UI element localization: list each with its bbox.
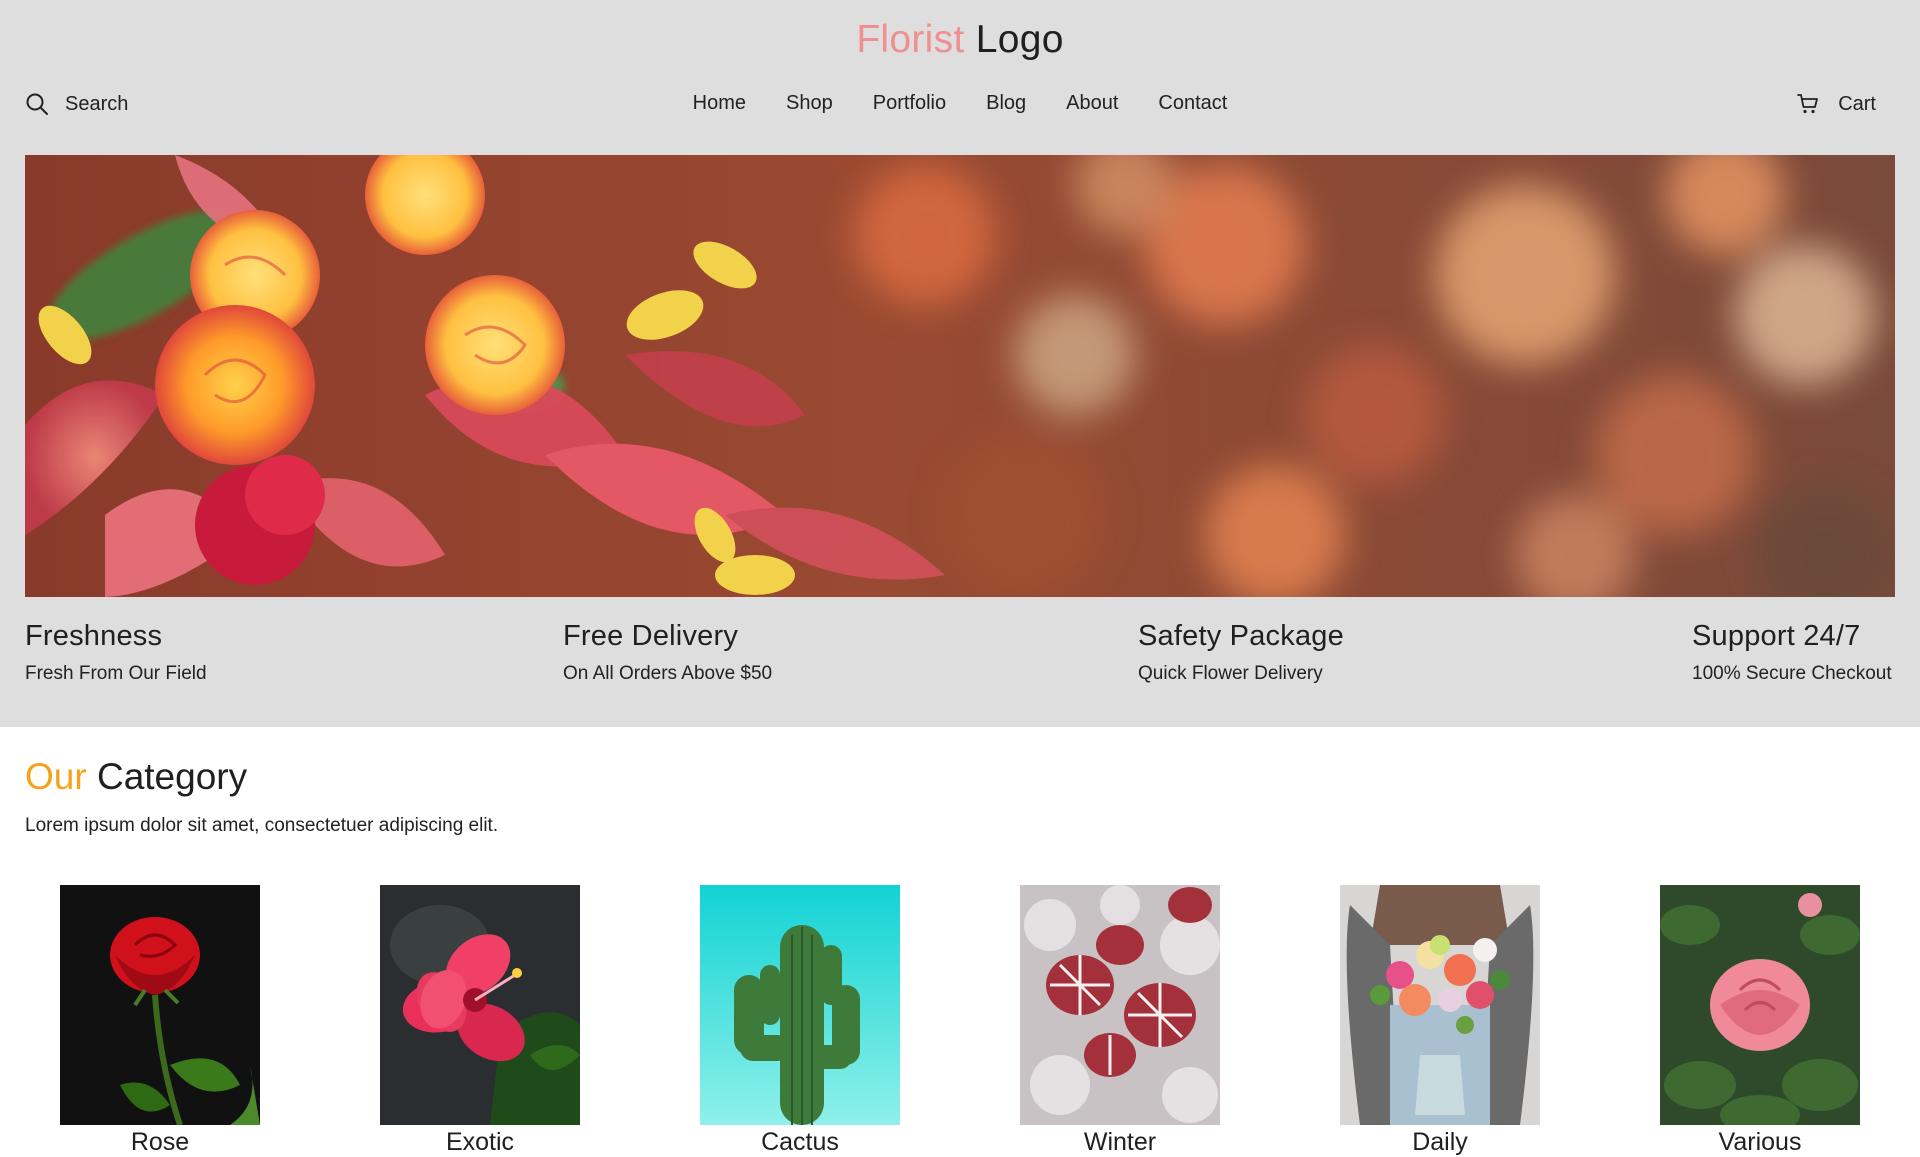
feature-title: Safety Package bbox=[1138, 620, 1344, 652]
nav-portfolio[interactable]: Portfolio bbox=[873, 92, 946, 115]
main-menu: Home Shop Portfolio Blog About Contact bbox=[0, 92, 1920, 115]
category-description: Lorem ipsum dolor sit amet, consectetuer… bbox=[25, 815, 499, 836]
category-item-exotic[interactable]: Exotic bbox=[380, 885, 580, 1157]
category-name: Winter bbox=[1083, 1128, 1157, 1156]
cart-icon bbox=[1796, 92, 1820, 116]
navigation-bar: Search Home Shop Portfolio Blog About Co… bbox=[0, 88, 1920, 128]
category-heading-accent: Our bbox=[25, 756, 87, 797]
nav-shop[interactable]: Shop bbox=[786, 92, 833, 115]
category-image-cactus bbox=[700, 885, 900, 1125]
category-heading: Our Category bbox=[25, 756, 247, 798]
category-name: Cactus bbox=[761, 1128, 839, 1156]
feature-safety-package: Safety Package Quick Flower Delivery bbox=[1138, 620, 1344, 685]
top-section: Florist Logo Search Home Shop Portfolio … bbox=[0, 0, 1920, 727]
feature-free-delivery: Free Delivery On All Orders Above $50 bbox=[563, 620, 772, 685]
category-item-winter[interactable]: Winter bbox=[1020, 885, 1220, 1157]
feature-freshness: Freshness Fresh From Our Field bbox=[25, 620, 207, 685]
category-grid: Rose Exotic Cactus Winter Daily Various bbox=[60, 885, 1860, 1157]
category-image-winter bbox=[1020, 885, 1220, 1125]
category-image-exotic bbox=[380, 885, 580, 1125]
feature-title: Free Delivery bbox=[563, 620, 739, 652]
category-item-daily[interactable]: Daily bbox=[1340, 885, 1540, 1157]
nav-home[interactable]: Home bbox=[693, 92, 746, 115]
cart-label: Cart bbox=[1838, 92, 1876, 115]
category-item-cactus[interactable]: Cactus bbox=[700, 885, 900, 1157]
logo-accent-text: Florist bbox=[856, 18, 965, 61]
logo-text: Logo bbox=[975, 18, 1064, 61]
category-name: Exotic bbox=[445, 1128, 515, 1156]
category-image-various bbox=[1660, 885, 1860, 1125]
feature-subtitle: Quick Flower Delivery bbox=[1138, 663, 1323, 684]
feature-title: Support 24/7 bbox=[1692, 620, 1861, 652]
nav-blog[interactable]: Blog bbox=[986, 92, 1026, 115]
category-name: Daily bbox=[1412, 1128, 1468, 1156]
feature-subtitle: On All Orders Above $50 bbox=[563, 663, 773, 684]
cart-button[interactable]: Cart bbox=[1796, 92, 1876, 116]
category-image-daily bbox=[1340, 885, 1540, 1125]
features-row: Freshness Fresh From Our Field Free Deli… bbox=[25, 620, 1895, 700]
hero-banner-image bbox=[25, 155, 1895, 597]
feature-subtitle: Fresh From Our Field bbox=[25, 663, 207, 684]
feature-support: Support 24/7 100% Secure Checkout bbox=[1692, 620, 1892, 685]
nav-contact[interactable]: Contact bbox=[1158, 92, 1227, 115]
feature-title: Freshness bbox=[25, 620, 163, 652]
site-logo[interactable]: Florist Logo bbox=[0, 18, 1920, 62]
category-name: Various bbox=[1718, 1128, 1802, 1156]
feature-subtitle: 100% Secure Checkout bbox=[1692, 663, 1892, 684]
category-heading-text: Category bbox=[96, 756, 248, 797]
category-image-rose bbox=[60, 885, 260, 1125]
category-name: Rose bbox=[130, 1128, 190, 1156]
category-item-various[interactable]: Various bbox=[1660, 885, 1860, 1157]
nav-about[interactable]: About bbox=[1066, 92, 1118, 115]
category-item-rose[interactable]: Rose bbox=[60, 885, 260, 1157]
